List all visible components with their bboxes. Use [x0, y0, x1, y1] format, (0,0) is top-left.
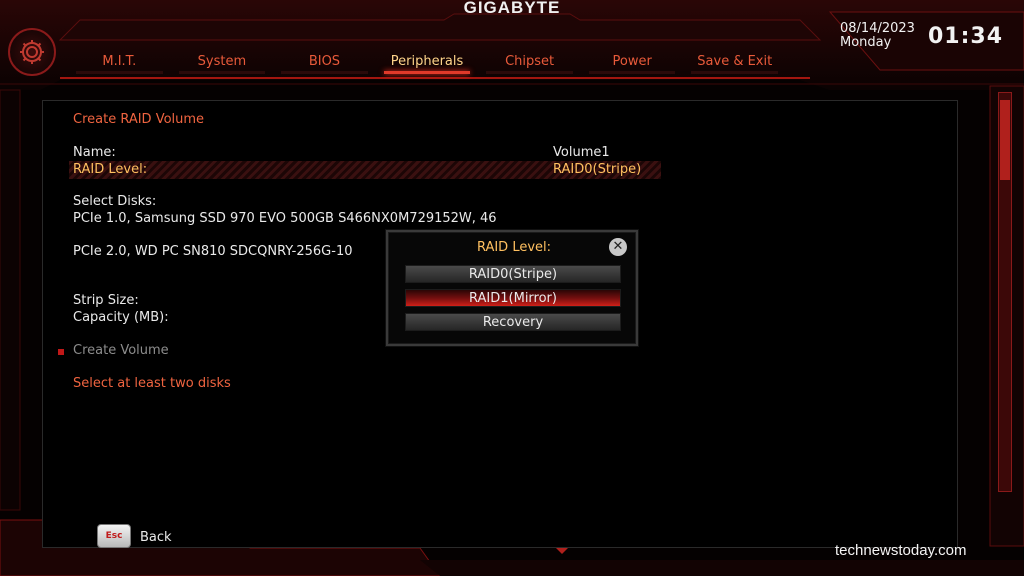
back-button[interactable]: Back [140, 530, 172, 545]
esc-key-icon[interactable]: Esc [97, 524, 131, 548]
brand-logo: GIGABYTE [463, 0, 561, 17]
tab-chipset[interactable]: Chipset [478, 52, 581, 74]
date-display: 08/14/2023 Monday [840, 22, 915, 50]
option-raid1[interactable]: RAID1(Mirror) [405, 289, 621, 307]
settings-gear-icon[interactable] [8, 28, 56, 76]
raid-level-popup: RAID Level: ✕ RAID0(Stripe) RAID1(Mirror… [386, 230, 638, 346]
date-text: 08/14/2023 [840, 21, 915, 36]
disk-item[interactable]: PCIe 1.0, Samsung SSD 970 EVO 500GB S466… [73, 211, 551, 226]
clock-display: 01:34 [928, 24, 1004, 49]
raid-level-value[interactable]: RAID0(Stripe) [553, 162, 641, 177]
tab-peripherals[interactable]: Peripherals [376, 52, 479, 74]
warning-message: Select at least two disks [73, 376, 231, 391]
tab-bios[interactable]: BIOS [273, 52, 376, 74]
bullet-icon [58, 349, 64, 355]
tab-power[interactable]: Power [581, 52, 684, 74]
strip-size-label: Strip Size: [73, 293, 139, 308]
name-value[interactable]: Volume1 [553, 145, 610, 160]
section-title: Create RAID Volume [73, 112, 205, 127]
name-label: Name: [73, 145, 116, 160]
option-raid0[interactable]: RAID0(Stripe) [405, 265, 621, 283]
raid-level-label[interactable]: RAID Level: [73, 162, 147, 177]
day-text: Monday [840, 35, 892, 50]
capacity-label: Capacity (MB): [73, 310, 169, 325]
disk-item[interactable]: PCIe 2.0, WD PC SN810 SDCQNRY-256G-10 [73, 244, 383, 259]
gear-icon [20, 40, 44, 64]
close-icon[interactable]: ✕ [609, 238, 627, 256]
main-tab-bar: M.I.T. System BIOS Peripherals Chipset P… [68, 52, 786, 74]
tab-system[interactable]: System [171, 52, 274, 74]
option-recovery[interactable]: Recovery [405, 313, 621, 331]
popup-title: RAID Level: [476, 240, 552, 255]
select-disks-label: Select Disks: [73, 194, 157, 209]
create-volume-button[interactable]: Create Volume [73, 343, 169, 358]
tab-save-exit[interactable]: Save & Exit [683, 52, 786, 74]
watermark: technewstoday.com [835, 542, 967, 559]
tab-mit[interactable]: M.I.T. [68, 52, 171, 74]
scrollbar-thumb[interactable] [1000, 100, 1010, 180]
